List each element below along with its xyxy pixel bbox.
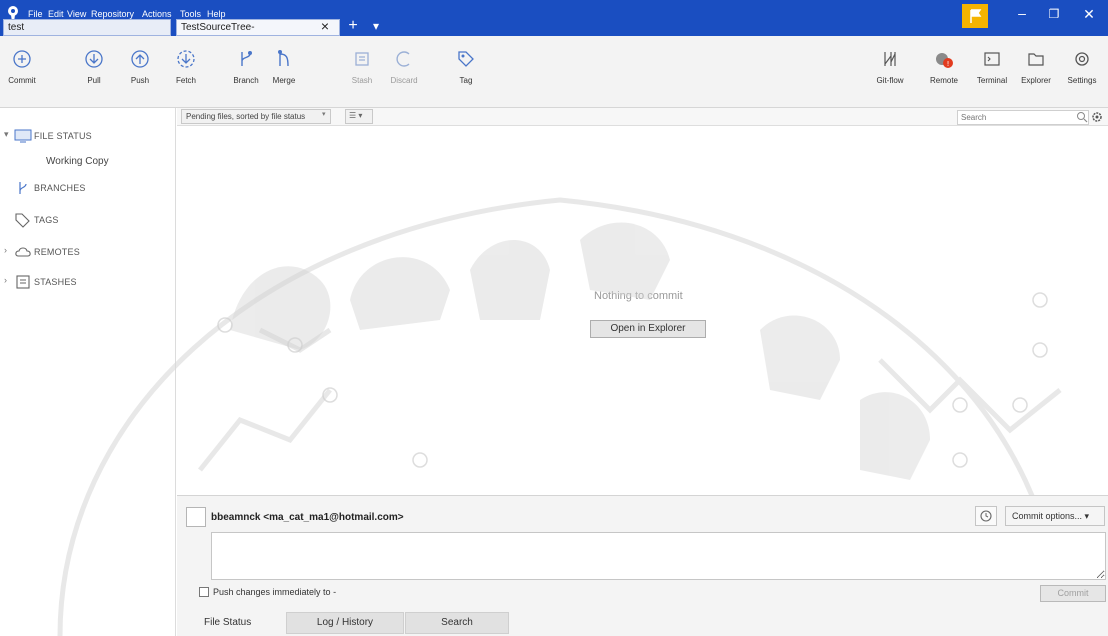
empty-state-text: Nothing to commit bbox=[594, 290, 683, 302]
sidebar-label-tags: TAGS bbox=[34, 215, 59, 225]
commit-label: Commit bbox=[8, 76, 36, 85]
chevron-right-icon[interactable]: › bbox=[4, 245, 12, 255]
flag-icon bbox=[970, 9, 982, 23]
stash-icon bbox=[355, 52, 369, 66]
pull-button[interactable]: Pull bbox=[72, 42, 116, 86]
monitor-icon bbox=[14, 129, 32, 143]
file-list-area bbox=[177, 127, 1108, 495]
pull-label: Pull bbox=[87, 76, 101, 85]
remote-label: Remote bbox=[929, 76, 958, 85]
tab-list-chevron-icon[interactable]: ▾ bbox=[370, 18, 382, 34]
flag-button[interactable] bbox=[962, 4, 988, 28]
remote-button[interactable]: ! Remote bbox=[922, 42, 966, 86]
tab-close-icon[interactable]: × bbox=[318, 18, 332, 34]
merge-button[interactable]: Merge bbox=[262, 42, 306, 86]
search-icon[interactable] bbox=[1076, 111, 1088, 123]
sidebar-item-remotes[interactable]: › REMOTES bbox=[0, 244, 170, 262]
minimize-button[interactable]: – bbox=[1013, 6, 1031, 22]
tag-label: Tag bbox=[459, 76, 473, 85]
menu-view[interactable]: View bbox=[67, 9, 86, 19]
pull-icon bbox=[85, 50, 103, 68]
sidebar-label-file-status: FILE STATUS bbox=[34, 131, 92, 141]
svg-text:!: ! bbox=[947, 60, 950, 68]
commit-submit-button[interactable]: Commit bbox=[1040, 585, 1106, 602]
commit-message-input[interactable] bbox=[211, 532, 1106, 580]
push-immediately-checkbox[interactable] bbox=[199, 587, 209, 597]
terminal-icon bbox=[984, 52, 1000, 66]
discard-icon bbox=[396, 51, 410, 67]
git-flow-icon bbox=[884, 52, 896, 66]
menu-file[interactable]: File bbox=[28, 9, 43, 19]
merge-label: Merge bbox=[272, 76, 296, 85]
tab-log-history[interactable]: Log / History bbox=[286, 612, 404, 634]
avatar bbox=[186, 507, 206, 527]
sort-dropdown[interactable]: Pending files, sorted by file status bbox=[181, 109, 331, 124]
menu-actions[interactable]: Actions bbox=[142, 9, 172, 19]
sidebar-label-stashes: STASHES bbox=[34, 277, 77, 287]
tab-file-status[interactable]: File Status bbox=[200, 614, 280, 634]
stash-icon bbox=[16, 275, 30, 289]
sidebar-item-file-status[interactable]: ▾ FILE STATUS bbox=[0, 128, 170, 146]
menu-edit[interactable]: Edit bbox=[48, 9, 64, 19]
search-input[interactable] bbox=[957, 110, 1089, 125]
sidebar-item-stashes[interactable]: › STASHES bbox=[0, 274, 170, 292]
push-immediately-label: Push changes immediately to - bbox=[213, 587, 337, 597]
view-mode-dropdown[interactable]: ☰ ▾ bbox=[345, 109, 373, 124]
merge-icon bbox=[278, 50, 289, 67]
chevron-down-icon[interactable]: ▾ bbox=[4, 129, 12, 140]
sidebar-item-branches[interactable]: BRANCHES bbox=[0, 180, 170, 198]
menu-repository[interactable]: Repository bbox=[91, 9, 134, 19]
push-label: Push bbox=[130, 76, 150, 85]
settings-button[interactable]: Settings bbox=[1060, 42, 1104, 86]
menu-help[interactable]: Help bbox=[207, 9, 226, 19]
commit-button[interactable]: Commit bbox=[0, 42, 44, 86]
explorer-button[interactable]: Explorer bbox=[1014, 42, 1058, 86]
maximize-button[interactable]: ❐ bbox=[1045, 6, 1063, 22]
menu-tools[interactable]: Tools bbox=[180, 9, 201, 19]
push-icon bbox=[131, 50, 149, 68]
sidebar-item-working-copy[interactable]: Working Copy bbox=[46, 156, 109, 167]
terminal-button[interactable]: Terminal bbox=[970, 42, 1014, 86]
stash-button[interactable]: Stash bbox=[340, 42, 384, 86]
explorer-icon bbox=[1028, 53, 1044, 66]
tab-search[interactable]: Search bbox=[405, 612, 509, 634]
repo-tab-testsourcetree[interactable]: TestSourceTree- bbox=[176, 19, 340, 36]
chevron-right-icon[interactable]: › bbox=[4, 275, 12, 285]
discard-label: Discard bbox=[390, 76, 418, 85]
sidebar-label-branches: BRANCHES bbox=[34, 183, 86, 193]
terminal-label: Terminal bbox=[976, 76, 1008, 85]
stash-label: Stash bbox=[351, 76, 373, 85]
git-flow-label: Git-flow bbox=[876, 76, 904, 85]
fetch-icon bbox=[177, 50, 195, 68]
commit-author: bbeamnck <ma_cat_ma1@hotmail.com> bbox=[211, 512, 404, 523]
clock-icon bbox=[980, 510, 992, 522]
sidebar-label-remotes: REMOTES bbox=[34, 247, 80, 257]
gear-icon[interactable] bbox=[1090, 110, 1104, 124]
sidebar-item-tags[interactable]: TAGS bbox=[0, 212, 170, 230]
tag-button[interactable]: Tag bbox=[444, 42, 488, 86]
push-button[interactable]: Push bbox=[118, 42, 162, 86]
tag-icon bbox=[458, 51, 474, 67]
branch-icon bbox=[19, 182, 27, 194]
repo-tab-test[interactable]: test bbox=[3, 19, 171, 36]
explorer-label: Explorer bbox=[1021, 76, 1051, 85]
close-window-button[interactable]: ✕ bbox=[1080, 6, 1098, 22]
cloud-icon bbox=[15, 247, 31, 257]
commit-options-dropdown[interactable]: Commit options... ▾ bbox=[1005, 506, 1105, 526]
settings-icon bbox=[1075, 52, 1089, 66]
tag-icon bbox=[15, 213, 30, 228]
fetch-button[interactable]: Fetch bbox=[164, 42, 208, 86]
settings-label: Settings bbox=[1067, 76, 1097, 85]
commit-history-button[interactable] bbox=[975, 506, 997, 526]
chevron-down-icon[interactable]: ▾ bbox=[322, 110, 326, 118]
branch-icon bbox=[241, 51, 252, 66]
remote-icon: ! bbox=[936, 53, 953, 68]
open-in-explorer-button[interactable]: Open in Explorer bbox=[590, 320, 706, 338]
git-flow-button[interactable]: Git-flow bbox=[868, 42, 912, 86]
new-tab-icon[interactable]: + bbox=[345, 18, 361, 34]
fetch-label: Fetch bbox=[175, 76, 196, 85]
discard-button[interactable]: Discard bbox=[382, 42, 426, 86]
commit-icon bbox=[13, 50, 31, 68]
